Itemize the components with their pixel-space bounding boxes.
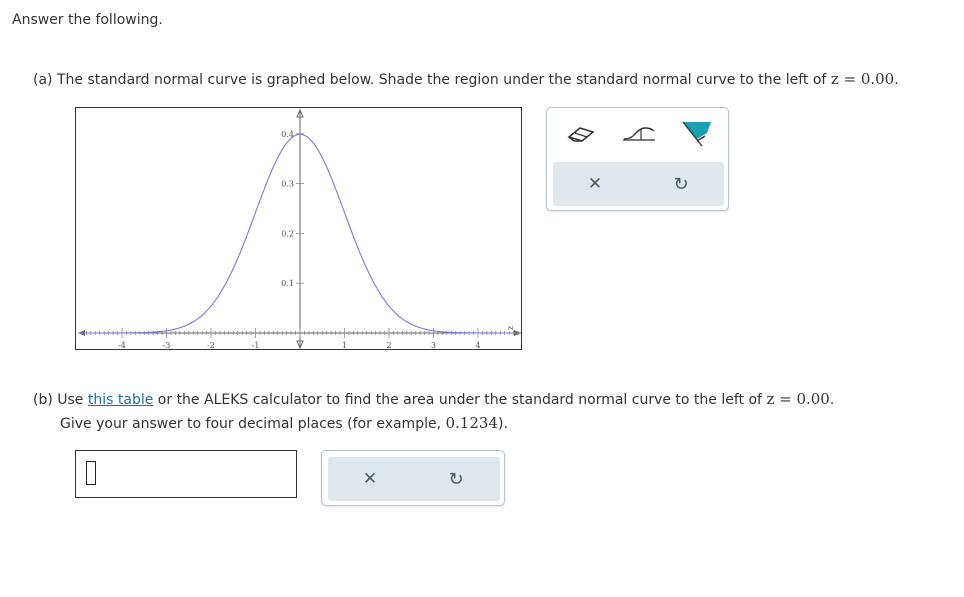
x-tick-label: -4 [118,341,126,350]
answer-tool-panel: ✕ ↻ [321,450,505,506]
close-icon: ✕ [587,174,603,194]
question-b-suffix: . [829,392,835,408]
x-tick-label: -1 [252,341,260,350]
x-tick-label: -3 [163,341,171,350]
instruction-suffix: ). [498,416,508,432]
x-tick-label: 1 [342,341,347,350]
reset-answer-button[interactable]: ↻ [426,457,486,501]
y-tick-label: 0.1 [281,279,294,288]
instructions-text: Answer the following. [12,12,163,28]
table-link[interactable]: this table [88,392,153,408]
eraser-icon [567,127,595,142]
question-a-math: z = 0.00 [830,70,895,88]
reset-graph-button[interactable]: ↻ [651,162,711,206]
example-math: 0.1234 [445,414,499,432]
graph-action-bar: ✕ ↻ [553,162,724,206]
x-tick-label: 3 [431,341,436,350]
normal-curve-chart[interactable]: -4 -3 -2 -1 1 2 3 4z0.10.20.30.4 [76,108,523,351]
close-icon: ✕ [362,469,378,489]
clear-graph-button[interactable]: ✕ [565,162,625,206]
shade-tool-button[interactable] [677,118,717,150]
clear-answer-button[interactable]: ✕ [340,457,400,501]
x-axis-label: z [506,326,515,330]
x-tick-label: 4 [475,341,480,350]
x-tick-label: 2 [386,341,391,350]
y-tick-label: 0.3 [281,180,294,189]
graph-tool-panel: ✕ ↻ [546,107,729,211]
question-b-text: or the ALEKS calculator to find the area… [153,392,767,408]
normal-curve-graph[interactable]: -4 -3 -2 -1 1 2 3 4 z 0.1 0.2 0.3 0.4 [75,107,522,350]
question-a: (a) The standard normal curve is graphed… [33,70,899,88]
question-b-instruction: Give your answer to four decimal places … [60,414,508,432]
x-tick-label: -2 [207,341,215,350]
question-a-suffix: . [894,72,899,88]
y-tick-label: 0.2 [281,229,294,238]
eraser-tool-button[interactable] [561,118,601,150]
question-a-text: (a) The standard normal curve is graphed… [33,72,831,88]
left-tail-icon [623,127,655,141]
undo-icon: ↻ [673,173,689,195]
tail-tool-button[interactable] [619,118,659,150]
shade-region-icon [682,121,711,147]
answer-action-bar: ✕ ↻ [328,457,500,501]
question-b-prefix: (b) Use [33,392,88,408]
answer-input[interactable] [75,450,297,498]
undo-icon: ↻ [448,468,464,490]
input-cursor [86,461,96,485]
question-b: (b) Use this table or the ALEKS calculat… [33,390,834,408]
question-b-math: z = 0.00 [766,390,830,408]
instruction-prefix: Give your answer to four decimal places … [60,416,446,432]
